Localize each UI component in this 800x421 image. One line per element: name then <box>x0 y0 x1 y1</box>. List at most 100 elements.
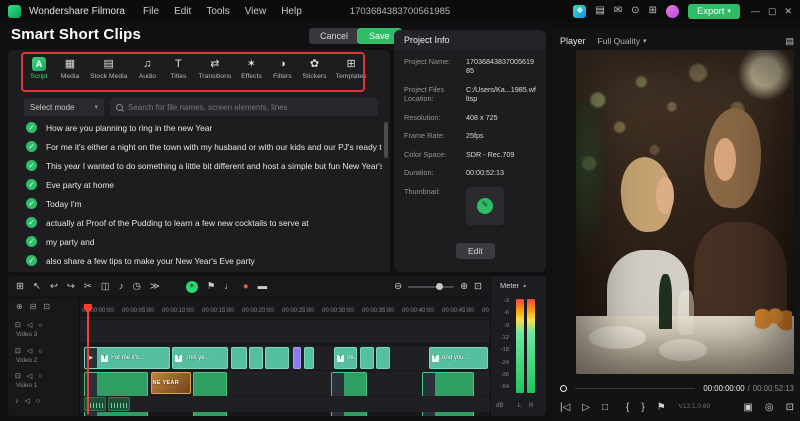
close-icon[interactable]: ✕ <box>784 6 792 16</box>
zoom-slider[interactable] <box>408 283 455 290</box>
media-tab-transitions[interactable]: ⇄ Transitions <box>195 55 234 82</box>
menu-file[interactable]: File <box>143 6 159 17</box>
cancel-button[interactable]: Cancel <box>309 28 360 44</box>
ai-tool-icon[interactable]: ✶ <box>185 280 198 293</box>
zoom-out-icon[interactable]: ⊖ <box>394 282 402 292</box>
previous-frame-icon[interactable]: |◁ <box>560 403 570 413</box>
track-lane-audio[interactable] <box>80 396 490 412</box>
more-tools-icon[interactable]: ≫ <box>150 282 160 292</box>
script-line[interactable]: ✓ Today I'm <box>8 194 382 213</box>
media-tab-script[interactable]: A Script <box>25 55 53 82</box>
tab-project-info[interactable]: Project Info <box>394 30 546 50</box>
script-scrollbar[interactable] <box>384 122 388 266</box>
select-mode-dropdown[interactable]: Select mode <box>24 98 104 116</box>
seek-bar[interactable]: 00:00:00:00 / 00:00:52:13 <box>560 382 794 394</box>
zoom-in-icon[interactable]: ⊕ <box>460 282 468 292</box>
track-tool-icon-0[interactable]: ⊕ <box>16 303 23 311</box>
crop-icon[interactable]: ◫ <box>101 282 110 292</box>
redo-icon[interactable]: ↪ <box>67 282 75 292</box>
search-input[interactable] <box>128 102 372 112</box>
mark-in-icon[interactable]: { <box>626 403 629 413</box>
script-line[interactable]: ✓ Eve party at home <box>8 175 382 194</box>
track-mute-icon[interactable]: ◁ <box>27 322 32 329</box>
track-visibility-icon[interactable]: ○ <box>38 322 42 329</box>
zoom-slider-thumb[interactable] <box>435 283 443 290</box>
maximize-icon[interactable]: ▢ <box>768 6 777 16</box>
thumbnail-box[interactable]: ✎ <box>466 186 504 225</box>
track-visibility-icon[interactable]: ○ <box>36 398 40 405</box>
timeline-clip[interactable] <box>293 347 302 369</box>
timeline-clip[interactable]: NE YEAR <box>150 372 191 394</box>
speed-icon[interactable]: ◷ <box>133 282 141 292</box>
track-lane-video2[interactable]: ▶TFor me it's...TThis ye...Tmi...TAnd yo… <box>80 346 490 370</box>
track-mute-icon[interactable]: ◁ <box>27 348 32 355</box>
select-tool-icon[interactable]: ↖ <box>33 282 41 292</box>
timeline-clip[interactable]: Tmi... <box>334 347 358 369</box>
media-tab-titles[interactable]: T Titles <box>164 55 192 82</box>
apps-icon[interactable]: ⊞ <box>649 6 657 16</box>
marker-icon[interactable]: ⚑ <box>207 282 216 292</box>
menu-edit[interactable]: Edit <box>174 6 191 17</box>
snapshot-icon[interactable]: ◎ <box>765 403 774 413</box>
screen-record-icon[interactable]: ▬ <box>258 282 268 292</box>
split-icon[interactable]: ✂ <box>84 282 92 292</box>
panel-toggle-icon[interactable]: ▤ <box>785 36 794 47</box>
script-line[interactable]: ✓ How are you planning to ring in the new… <box>8 118 382 137</box>
audio-tool-icon[interactable]: ♪ <box>119 282 124 292</box>
voiceover-icon[interactable]: ♩ <box>224 282 234 292</box>
track-tool-icon-1[interactable]: ⊟ <box>30 303 37 311</box>
track-mute-icon[interactable]: ◁ <box>25 398 30 405</box>
media-tab-audio[interactable]: ♫ Audio <box>133 55 161 82</box>
seek-track[interactable] <box>575 387 696 389</box>
video-preview[interactable] <box>576 50 794 374</box>
track-tool-icon-2[interactable]: ⊡ <box>43 303 50 311</box>
media-tab-stock-media[interactable]: ▤ Stock Media <box>87 55 130 82</box>
media-tab-templates[interactable]: ⊞ Templates <box>333 55 370 82</box>
media-tab-stickers[interactable]: ✿ Stickers <box>299 55 329 82</box>
track-mute-icon[interactable]: ◁ <box>27 373 32 380</box>
display-icon[interactable]: ▣ <box>743 403 752 413</box>
quality-dropdown[interactable]: Full Quality <box>598 36 647 46</box>
mark-out-icon[interactable]: } <box>641 403 644 413</box>
playhead[interactable] <box>84 304 92 414</box>
track-visibility-icon[interactable]: ○ <box>38 348 42 355</box>
timeline-clip[interactable]: ▶ T For me it's... <box>84 347 171 369</box>
upgrade-icon[interactable]: ❖ <box>573 4 587 18</box>
scrollbar-thumb[interactable] <box>384 122 388 158</box>
timeline-clip[interactable] <box>359 347 374 369</box>
track-options-icon[interactable]: ⊡ <box>15 348 21 355</box>
track-visibility-icon[interactable]: ○ <box>38 373 42 380</box>
track-options-icon[interactable]: ⊡ <box>15 373 21 380</box>
script-line[interactable]: ✓ also share a few tips to make your New … <box>8 251 382 270</box>
menu-tools[interactable]: Tools <box>206 6 229 17</box>
script-line[interactable]: ✓ This year I wanted to do something a li… <box>8 156 382 175</box>
timeline-clip[interactable] <box>303 347 315 369</box>
meter-collapse-icon[interactable]: ▴ <box>523 282 526 289</box>
media-tab-filters[interactable]: ◑ Filters <box>268 55 296 82</box>
fullscreen-icon[interactable]: ⊡ <box>786 403 794 413</box>
play-icon[interactable]: ▷ <box>582 403 590 413</box>
track-lane-video3[interactable] <box>80 320 490 343</box>
marker-flag-icon[interactable]: ⚑ <box>657 403 666 413</box>
media-tab-media[interactable]: ▦ Media <box>56 55 84 82</box>
media-browser-icon[interactable]: ⊞ <box>16 282 24 292</box>
layout-icon[interactable]: ▤ <box>595 6 604 16</box>
timeline-clip[interactable] <box>230 347 247 369</box>
message-icon[interactable]: ✉ <box>614 6 622 16</box>
script-line[interactable]: ✓ For me it's either a night on the town … <box>8 137 382 156</box>
timeline-tracks-area[interactable]: 00:00:00:00 00:00:05:00 00:00:10:00 00:00:1… <box>80 298 490 416</box>
script-line[interactable]: ✓ my party and <box>8 232 382 251</box>
timeline-clip[interactable] <box>376 347 390 369</box>
track-options-icon[interactable]: ♪ <box>15 398 19 405</box>
notifications-icon[interactable]: ⊙ <box>631 6 639 16</box>
fit-timeline-icon[interactable]: ⊡ <box>474 282 482 292</box>
timeline-clip[interactable]: T This ye... <box>172 347 228 369</box>
record-icon[interactable]: ● <box>243 282 249 292</box>
timeline-clip[interactable] <box>108 397 131 411</box>
undo-icon[interactable]: ↩ <box>50 282 58 292</box>
timeline-clip[interactable] <box>264 347 290 369</box>
timeline-ruler[interactable]: 00:00:00:00 00:00:05:00 00:00:10:00 00:00:1… <box>80 306 490 318</box>
menu-view[interactable]: View <box>245 6 267 17</box>
menu-help[interactable]: Help <box>281 6 302 17</box>
seek-handle[interactable] <box>560 384 567 392</box>
